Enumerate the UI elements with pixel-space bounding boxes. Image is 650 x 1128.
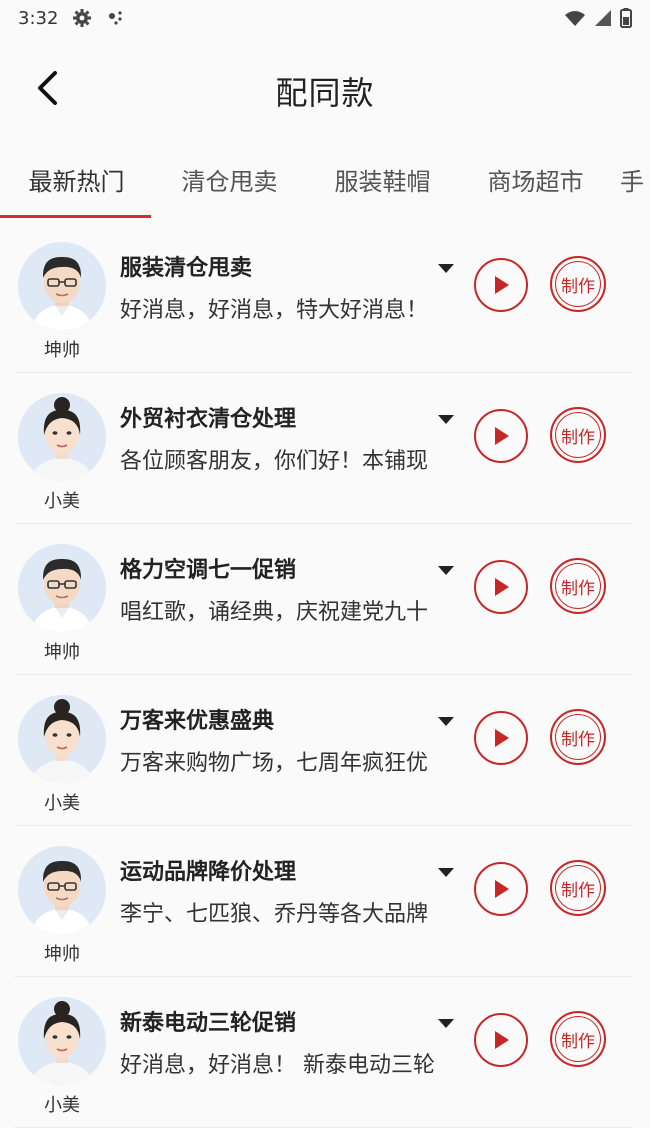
- script-title: 新泰电动三轮促销: [120, 1011, 297, 1036]
- list-item[interactable]: 小美 外贸衬衣清仓处理 各位顾客朋友，你们好！本铺现 制作: [0, 373, 650, 524]
- make-button[interactable]: 制作: [550, 709, 606, 765]
- cell-signal-icon: [594, 9, 612, 27]
- script-preview: 各位顾客朋友，你们好！本铺现: [120, 449, 429, 474]
- category-tabs: 最新热门 清仓甩卖 服装鞋帽 商场超市 手: [0, 150, 650, 220]
- tab-mall-supermarket[interactable]: 商场超市: [459, 150, 612, 220]
- make-button[interactable]: 制作: [550, 407, 606, 463]
- script-preview: 李宁、七匹狼、乔丹等各大品牌: [120, 902, 429, 927]
- avatar: [18, 544, 106, 632]
- tab-latest-hot[interactable]: 最新热门: [0, 150, 153, 220]
- play-button[interactable]: [474, 409, 528, 463]
- make-button[interactable]: 制作: [550, 860, 606, 916]
- battery-icon: [620, 8, 632, 28]
- caret-down-icon[interactable]: [436, 260, 456, 274]
- play-button[interactable]: [474, 711, 528, 765]
- play-icon: [495, 729, 509, 747]
- make-button[interactable]: 制作: [550, 256, 606, 312]
- list-item[interactable]: 小美 新泰电动三轮促销 好消息，好消息！ 新泰电动三轮 制作: [0, 977, 650, 1128]
- tab-clothing-shoes[interactable]: 服装鞋帽: [306, 150, 459, 220]
- caret-down-icon[interactable]: [436, 713, 456, 727]
- make-button[interactable]: 制作: [550, 558, 606, 614]
- status-right: [564, 8, 632, 28]
- list-item[interactable]: 坤帅 服装清仓甩卖 好消息，好消息，特大好消息！ 制作: [0, 222, 650, 373]
- play-button[interactable]: [474, 560, 528, 614]
- page-title: 配同款: [275, 74, 375, 112]
- speaker-name: 坤帅: [44, 340, 80, 361]
- speaker-name: 坤帅: [44, 944, 80, 965]
- speaker-name: 坤帅: [44, 642, 80, 663]
- script-preview: 万客来购物广场，七周年疯狂优: [120, 751, 429, 776]
- list-item[interactable]: 坤帅 格力空调七一促销 唱红歌，诵经典，庆祝建党九十 制作: [0, 524, 650, 675]
- script-title: 运动品牌降价处理: [120, 860, 297, 885]
- avatar: [18, 846, 106, 934]
- script-title: 服装清仓甩卖: [120, 256, 253, 281]
- tab-clearance-sale[interactable]: 清仓甩卖: [153, 150, 306, 220]
- avatar: [18, 393, 106, 481]
- avatar: [18, 695, 106, 783]
- play-button[interactable]: [474, 1013, 528, 1067]
- script-title: 万客来优惠盛典: [120, 709, 275, 734]
- play-icon: [495, 427, 509, 445]
- list-item[interactable]: 坤帅 运动品牌降价处理 李宁、七匹狼、乔丹等各大品牌 制作: [0, 826, 650, 977]
- script-title: 格力空调七一促销: [120, 558, 297, 583]
- header: 配同款: [0, 48, 650, 132]
- make-button[interactable]: 制作: [550, 1011, 606, 1067]
- tab-cut-off[interactable]: 手: [612, 150, 644, 220]
- caret-down-icon[interactable]: [436, 864, 456, 878]
- status-bar: 3:32: [0, 0, 650, 36]
- script-list: 坤帅 服装清仓甩卖 好消息，好消息，特大好消息！ 制作 小美 外贸衬衣清仓处理 …: [0, 222, 650, 1128]
- caret-down-icon[interactable]: [436, 1015, 456, 1029]
- wifi-icon: [564, 9, 586, 27]
- gear-icon: [72, 8, 92, 28]
- play-icon: [495, 276, 509, 294]
- signal-dots-icon: [106, 8, 126, 28]
- caret-down-icon[interactable]: [436, 411, 456, 425]
- speaker-name: 小美: [44, 1095, 80, 1116]
- play-button[interactable]: [474, 258, 528, 312]
- avatar: [18, 997, 106, 1085]
- play-button[interactable]: [474, 862, 528, 916]
- list-item[interactable]: 小美 万客来优惠盛典 万客来购物广场，七周年疯狂优 制作: [0, 675, 650, 826]
- play-icon: [495, 578, 509, 596]
- speaker-name: 小美: [44, 491, 80, 512]
- speaker-name: 小美: [44, 793, 80, 814]
- caret-down-icon[interactable]: [436, 562, 456, 576]
- script-preview: 好消息，好消息！ 新泰电动三轮: [120, 1053, 435, 1078]
- avatar: [18, 242, 106, 330]
- script-preview: 好消息，好消息，特大好消息！: [120, 298, 429, 323]
- status-time: 3:32: [18, 7, 59, 29]
- status-left: 3:32: [18, 8, 126, 29]
- script-preview: 唱红歌，诵经典，庆祝建党九十: [120, 600, 429, 625]
- play-icon: [495, 1031, 509, 1049]
- script-title: 外贸衬衣清仓处理: [120, 407, 297, 432]
- play-icon: [495, 880, 509, 898]
